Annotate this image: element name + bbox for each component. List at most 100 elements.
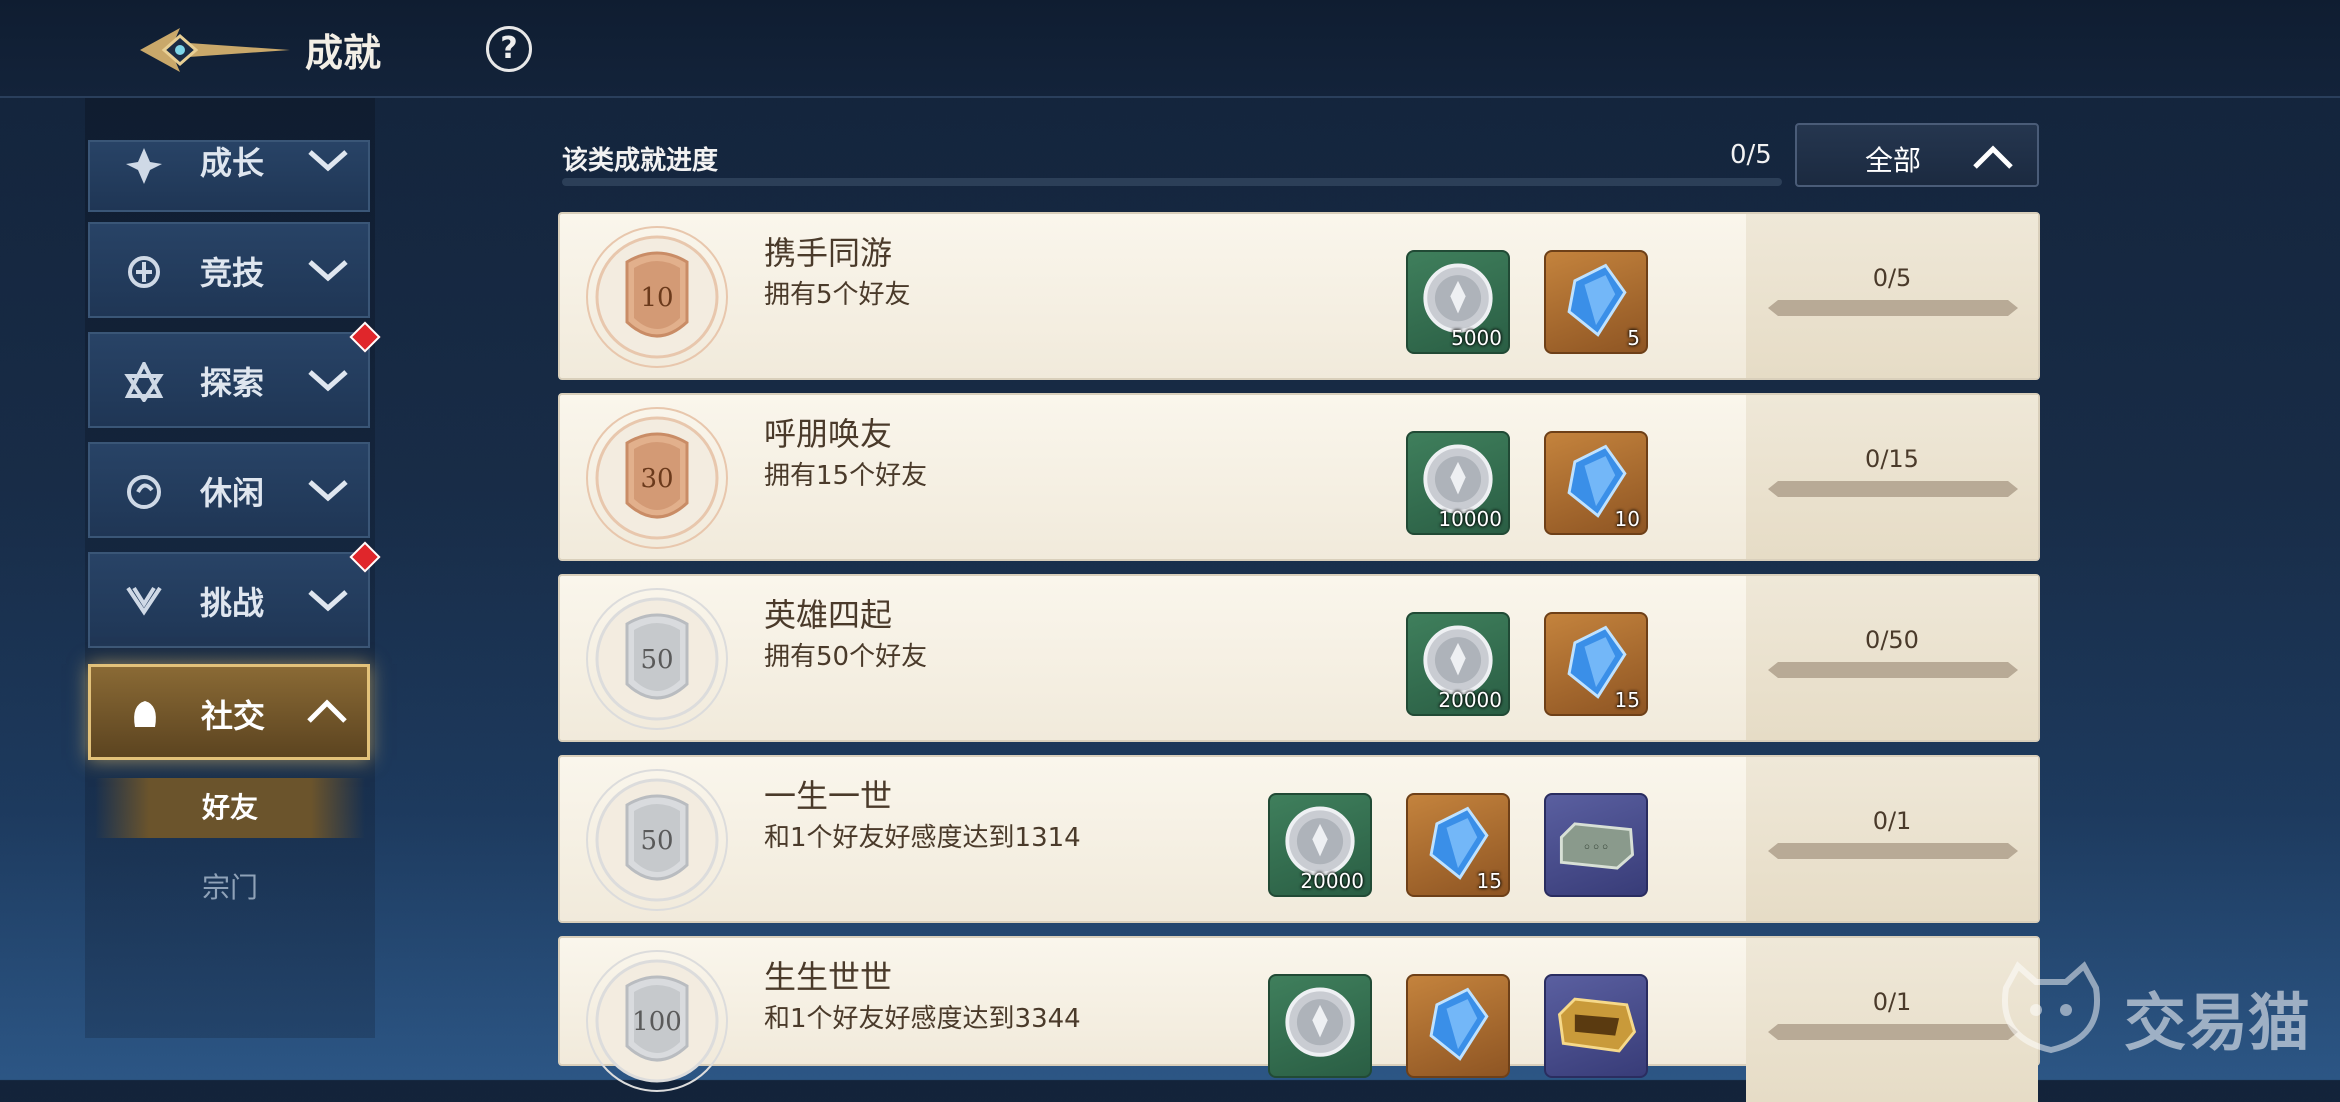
- top-bar: 成就 ?: [0, 0, 2340, 98]
- category-progress-bar: [562, 178, 1782, 186]
- reward-quantity: 5: [1627, 326, 1640, 350]
- sidebar-item-label: 竞技: [200, 254, 265, 292]
- leisure-icon: [127, 475, 161, 509]
- achievement-name: 英雄四起: [764, 596, 893, 634]
- achievement-progress-bar: [1768, 300, 2018, 316]
- chevron-up-icon: [1973, 145, 2013, 169]
- badge-number: 100: [632, 1007, 682, 1037]
- achievement-progress-text: 0/15: [1865, 445, 1919, 473]
- achievement-progress-bar: [1768, 481, 2018, 497]
- reward-blue-crystal[interactable]: 10: [1544, 431, 1648, 535]
- svg-text:◦◦◦: ◦◦◦: [1582, 839, 1609, 857]
- reward-title-plate[interactable]: ◦◦◦: [1544, 793, 1648, 897]
- sidebar-item-explore[interactable]: 探索: [88, 321, 381, 428]
- achievement-progress-text: 0/5: [1872, 264, 1912, 292]
- question-icon[interactable]: ?: [486, 26, 532, 72]
- page-title: 成就: [305, 31, 382, 75]
- badge-number: 50: [640, 826, 673, 856]
- chevron-down-icon: [308, 480, 348, 502]
- reward-quantity: 15: [1614, 688, 1640, 712]
- achievement-progress-panel: 0/1: [1746, 757, 2038, 921]
- sidebar-item-label: 挑战: [200, 584, 265, 622]
- sidebar-subitem[interactable]: 好友: [95, 778, 365, 838]
- reward-quantity: 20000: [1438, 688, 1502, 712]
- badge-number: 10: [640, 283, 673, 313]
- silver-coin-icon: [1285, 987, 1355, 1057]
- sidebar-item-label: 休闲: [200, 474, 265, 512]
- chevron-down-icon: [308, 260, 348, 282]
- cat-logo-icon: [2002, 961, 2100, 1054]
- achievement-card[interactable]: 10 携手同游拥有5个好友 5000 5 0/5: [558, 212, 2040, 380]
- achievement-badge-icon: 50: [586, 769, 728, 911]
- chevron-down-icon: [308, 150, 348, 172]
- reward-silver-coin[interactable]: [1268, 974, 1372, 1078]
- reward-quantity: 20000: [1300, 869, 1364, 893]
- reward-quantity: 10: [1614, 507, 1640, 531]
- achievement-name: 一生一世: [764, 777, 893, 815]
- title-plate-icon: ◦◦◦: [1559, 822, 1635, 870]
- explore-icon: [124, 362, 164, 402]
- challenge-icon: [126, 586, 162, 616]
- achievement-progress-panel: 0/1: [1746, 938, 2038, 1102]
- reward-blue-crystal[interactable]: 5: [1544, 250, 1648, 354]
- reward-quantity: 15: [1476, 869, 1502, 893]
- reward-blue-crystal[interactable]: [1406, 974, 1510, 1078]
- chevron-down-icon: [308, 370, 348, 392]
- reward-silver-coin[interactable]: 10000: [1406, 431, 1510, 535]
- sidebar-subitem[interactable]: 宗门: [95, 858, 365, 918]
- arena-icon: [128, 256, 160, 288]
- badge-number: 50: [640, 645, 673, 675]
- filter-dropdown[interactable]: 全部: [1795, 123, 2039, 187]
- watermark-text: 交易猫: [2124, 986, 2311, 1059]
- achievement-card[interactable]: 50 英雄四起拥有50个好友 20000 15 0/50: [558, 574, 2040, 742]
- achievement-badge-icon: 10: [586, 226, 728, 368]
- reward-silver-coin[interactable]: 20000: [1268, 793, 1372, 897]
- achievement-badge-icon: 100: [586, 950, 728, 1092]
- achievement-description: 和1个好友好感度达到3344: [764, 1004, 1081, 1034]
- achievement-progress-bar: [1768, 1024, 2018, 1040]
- reward-silver-coin[interactable]: 5000: [1406, 250, 1510, 354]
- achievement-card[interactable]: 30 呼朋唤友拥有15个好友 10000 10 0/15: [558, 393, 2040, 561]
- achievement-badge-icon: 50: [586, 588, 728, 730]
- gold-plate-icon: [1557, 997, 1637, 1053]
- achievement-progress-panel: 0/15: [1746, 395, 2038, 559]
- chevron-up-icon: [307, 699, 347, 723]
- achievement-progress-bar: [1768, 662, 2018, 678]
- sidebar-item-leisure[interactable]: 休闲: [88, 442, 370, 538]
- achievement-name: 携手同游: [764, 234, 893, 272]
- achievement-badge-icon: 30: [586, 407, 728, 549]
- achievement-card[interactable]: 100 生生世世和1个好友好感度达到3344 0/1: [558, 936, 2040, 1102]
- achievement-description: 拥有5个好友: [764, 280, 911, 310]
- reward-blue-crystal[interactable]: 15: [1406, 793, 1510, 897]
- sidebar-item-growth[interactable]: 成长: [88, 140, 370, 212]
- sidebar-item-challenge[interactable]: 挑战: [88, 541, 381, 648]
- category-progress-label: 该类成就进度: [562, 146, 719, 176]
- reward-blue-crystal[interactable]: 15: [1544, 612, 1648, 716]
- blue-crystal-icon: [1429, 987, 1489, 1061]
- sidebar-item-arena[interactable]: 竞技: [88, 222, 370, 318]
- achievement-description: 拥有50个好友: [764, 642, 928, 672]
- achievement-description: 拥有15个好友: [764, 461, 928, 491]
- chevron-down-icon: [308, 590, 348, 612]
- reward-gold-plate[interactable]: [1544, 974, 1648, 1078]
- reward-quantity: 5000: [1451, 326, 1502, 350]
- achievement-progress-text: 0/1: [1872, 988, 1912, 1016]
- achievement-progress-text: 0/50: [1865, 626, 1919, 654]
- achievement-progress-panel: 0/5: [1746, 214, 2038, 378]
- reward-quantity: 10000: [1438, 507, 1502, 531]
- achievement-name: 生生世世: [764, 958, 893, 996]
- sidebar-item-social[interactable]: 社交: [88, 664, 370, 760]
- social-icon: [134, 701, 156, 727]
- reward-silver-coin[interactable]: 20000: [1406, 612, 1510, 716]
- filter-label: 全部: [1865, 144, 1922, 177]
- achievement-progress-bar: [1768, 843, 2018, 859]
- achievement-name: 呼朋唤友: [764, 415, 893, 453]
- category-progress-count: 0/5: [1730, 140, 1772, 170]
- achievement-description: 和1个好友好感度达到1314: [764, 823, 1081, 853]
- sidebar-item-label: 探索: [200, 364, 265, 402]
- back-arrow-icon[interactable]: [140, 22, 290, 78]
- achievement-card[interactable]: 50 一生一世和1个好友好感度达到1314 20000 15 ◦◦◦ 0/1: [558, 755, 2040, 923]
- sidebar-item-label: 社交: [201, 697, 266, 735]
- watermark: 交易猫: [1996, 958, 2326, 1059]
- achievement-progress-text: 0/1: [1872, 807, 1912, 835]
